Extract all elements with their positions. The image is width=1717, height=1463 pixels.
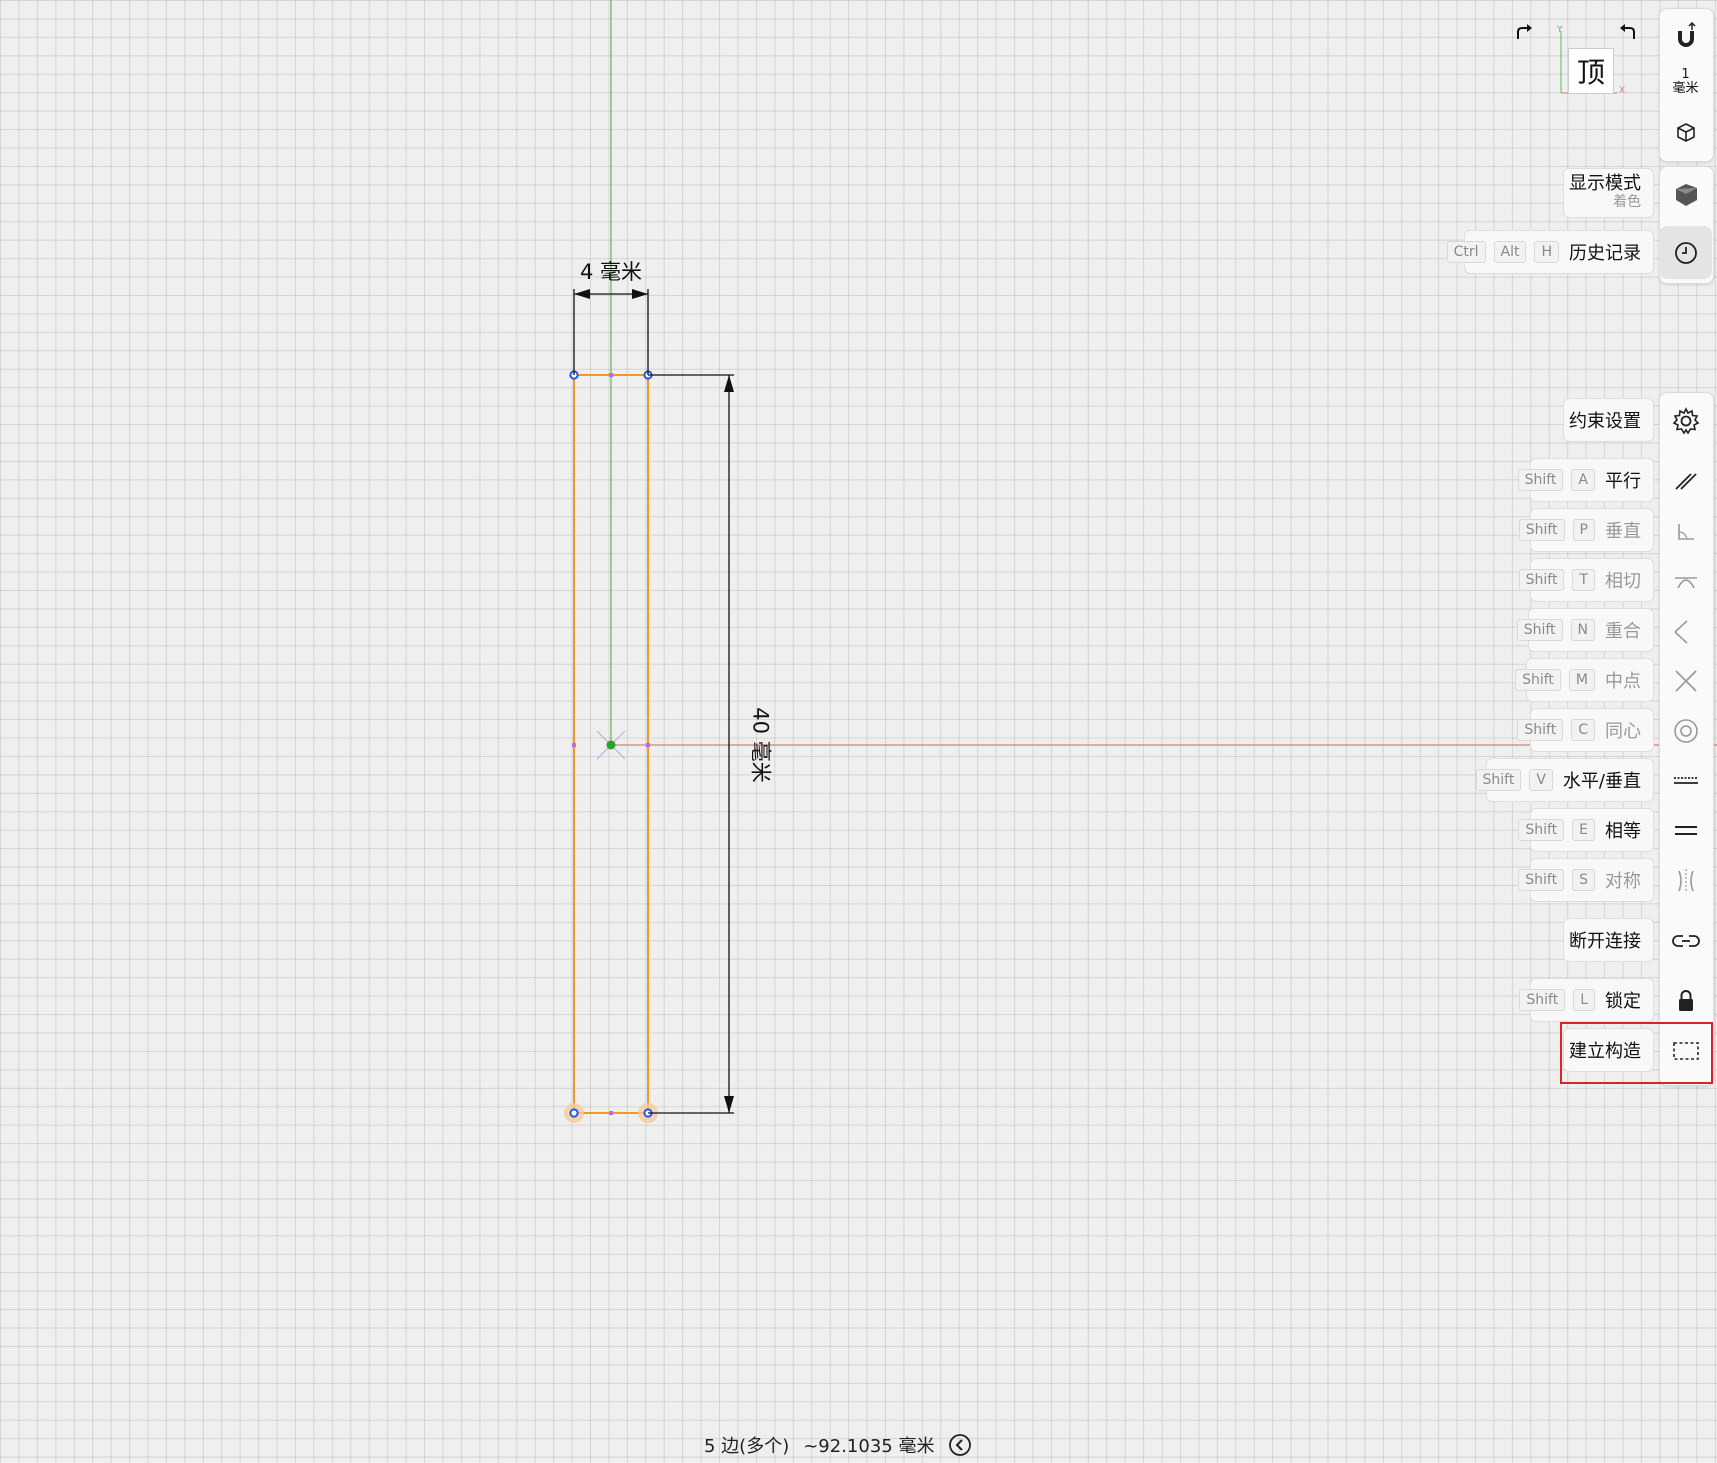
horizontal-vertical-icon[interactable] [1659, 754, 1712, 807]
construction-highlight-box [1560, 1022, 1713, 1084]
constraint-label: 平行 [1605, 471, 1641, 492]
display-mode-label: 显示模式 [1569, 173, 1641, 194]
history-button[interactable]: Ctrl Alt H 历史记录 [1446, 230, 1654, 274]
constraint-equal-button[interactable]: Shift E 相等 [1518, 808, 1654, 852]
key-p: P [1572, 519, 1595, 541]
constraint-label: 相切 [1605, 571, 1641, 592]
lock-button[interactable]: Shift L 锁定 [1519, 978, 1654, 1022]
equal-icon[interactable] [1659, 804, 1712, 857]
key-shift: Shift [1517, 719, 1564, 741]
key-s: S [1572, 869, 1595, 891]
history-icon[interactable] [1659, 226, 1712, 279]
collapse-arrow-icon[interactable] [948, 1433, 972, 1457]
rotate-left-icon[interactable] [1618, 22, 1640, 44]
key-shift: Shift [1518, 519, 1565, 541]
tangent-icon[interactable] [1659, 554, 1712, 607]
midpoint-marker[interactable] [609, 1111, 613, 1115]
magnet-snap-icon[interactable] [1659, 10, 1712, 63]
key-n: N [1570, 619, 1595, 641]
view-cube-top-face[interactable]: 顶 [1568, 48, 1614, 94]
disconnect-link-icon[interactable] [1659, 914, 1712, 967]
key-shift: Shift [1515, 669, 1561, 691]
key-shift: Shift [1518, 819, 1565, 841]
disconnect-button[interactable]: 断开连接 [1563, 918, 1654, 962]
sketch-canvas[interactable] [0, 0, 1717, 1463]
grid-unit-label[interactable]: 1 毫米 [1659, 68, 1712, 96]
key-shift: Shift [1517, 469, 1564, 491]
orientation-cube-icon[interactable] [1659, 106, 1712, 159]
key-h: H [1534, 241, 1559, 263]
midpoint-icon[interactable] [1659, 654, 1712, 707]
key-t: T [1572, 569, 1595, 591]
length-status: ~92.1035 毫米 [803, 1436, 935, 1457]
constraint-coincident-button[interactable]: Shift N 重合 [1516, 608, 1654, 652]
gear-icon[interactable] [1659, 394, 1712, 447]
constraint-parallel-button[interactable]: Shift A 平行 [1517, 458, 1654, 502]
width-dimension-label[interactable]: 4 毫米 [580, 256, 642, 286]
constraint-settings-button[interactable]: 约束设置 [1563, 398, 1654, 442]
constraint-label: 中点 [1605, 671, 1641, 692]
constraint-settings-label: 约束设置 [1569, 411, 1641, 432]
perpendicular-icon[interactable] [1659, 504, 1712, 557]
grid-unit-name: 毫米 [1672, 81, 1699, 96]
constraint-midpoint-button[interactable]: Shift M 中点 [1515, 658, 1654, 702]
grid-unit-value: 1 [1681, 67, 1690, 82]
disconnect-label: 断开连接 [1569, 931, 1641, 952]
symmetric-icon[interactable] [1659, 854, 1712, 907]
lock-label: 锁定 [1605, 991, 1641, 1012]
x-axis-label: X [1619, 86, 1626, 96]
key-shift: Shift [1519, 989, 1566, 1011]
selection-status: 5 边(多个) [704, 1436, 790, 1457]
coincident-icon[interactable] [1659, 604, 1712, 657]
lock-icon[interactable] [1659, 974, 1712, 1027]
height-dimension[interactable] [648, 374, 734, 1114]
constraint-label: 对称 [1605, 871, 1641, 892]
display-mode-button[interactable]: 显示模式 着色 [1563, 168, 1654, 218]
key-shift: Shift [1518, 569, 1565, 591]
key-shift: Shift [1518, 869, 1565, 891]
constraint-label: 重合 [1605, 621, 1641, 642]
key-m: M [1568, 669, 1595, 691]
constraint-tangent-button[interactable]: Shift T 相切 [1518, 558, 1654, 602]
midpoint-marker[interactable] [609, 373, 613, 377]
display-mode-sub: 着色 [1613, 194, 1641, 210]
constraint-concentric-button[interactable]: Shift C 同心 [1517, 708, 1654, 752]
key-l: L [1573, 989, 1595, 1011]
key-c: C [1571, 719, 1595, 741]
key-shift: Shift [1516, 619, 1563, 641]
constraint-symmetric-button[interactable]: Shift S 对称 [1518, 858, 1654, 902]
y-axis-label: Y [1557, 25, 1563, 35]
key-alt: Alt [1493, 241, 1527, 263]
constraint-horizontal-vertical-button[interactable]: Shift V 水平/垂直 [1475, 758, 1654, 802]
key-ctrl: Ctrl [1446, 241, 1486, 263]
constraint-label: 水平/垂直 [1562, 771, 1641, 792]
key-e: E [1572, 819, 1595, 841]
constraint-label: 同心 [1605, 721, 1641, 742]
constraint-label: 相等 [1605, 821, 1641, 842]
concentric-icon[interactable] [1659, 704, 1712, 757]
history-label: 历史记录 [1569, 243, 1641, 264]
key-v: V [1529, 769, 1553, 791]
key-shift: Shift [1475, 769, 1522, 791]
constraint-perpendicular-button[interactable]: Shift P 垂直 [1518, 508, 1654, 552]
status-bar: 5 边(多个) ~92.1035 毫米 [704, 1432, 972, 1458]
parallel-icon[interactable] [1659, 454, 1712, 507]
key-a: A [1571, 469, 1595, 491]
rotate-right-icon[interactable] [1512, 22, 1534, 44]
height-dimension-label[interactable]: 40 毫米 [747, 707, 777, 782]
midpoint-marker[interactable] [572, 743, 576, 747]
constraint-label: 垂直 [1605, 521, 1641, 542]
corner-point[interactable] [569, 1108, 579, 1118]
midpoint-marker[interactable] [646, 743, 650, 747]
display-mode-icon[interactable] [1659, 167, 1712, 220]
